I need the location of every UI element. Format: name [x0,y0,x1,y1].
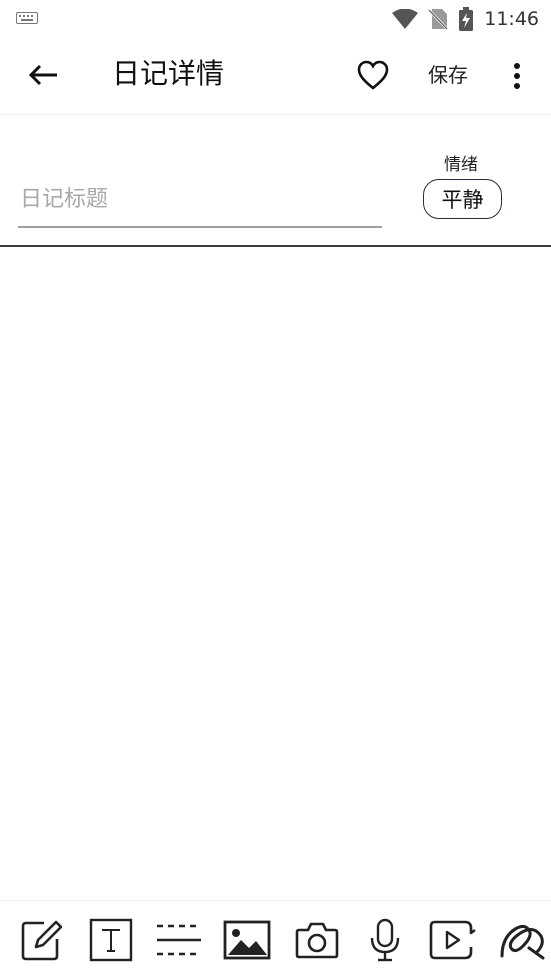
save-button[interactable]: 保存 [428,58,468,92]
no-sim-icon [428,8,449,30]
more-options-button[interactable] [505,58,529,94]
text-tool-button[interactable] [88,917,134,963]
pencil-square-icon [20,919,64,961]
image-tool-button[interactable] [223,917,271,963]
back-button[interactable] [24,58,62,92]
video-tool-button[interactable] [429,917,477,963]
text-box-icon [89,918,133,962]
app-bar: 日记详情 保存 [0,36,551,115]
brush-doodle-icon [499,918,547,962]
video-play-icon [429,919,477,961]
voice-tool-button[interactable] [362,917,408,963]
mood-label: 情绪 [444,155,478,175]
wifi-icon [392,9,419,29]
battery-charging-icon [458,7,474,31]
page-title: 日记详情 [112,57,225,90]
divider-lines-icon [156,920,202,960]
keyboard-icon [16,12,38,24]
camera-icon [295,920,339,960]
diary-header: 情绪 平静 [0,115,551,247]
divider-tool-button[interactable] [156,917,202,963]
diary-content-area[interactable] [0,247,551,900]
microphone-icon [368,918,402,962]
edit-tool-button[interactable] [19,917,65,963]
heart-outline-icon [357,60,389,90]
more-vertical-icon [513,62,521,90]
image-icon [223,920,271,960]
mood-selector[interactable]: 平静 [423,179,502,219]
status-time: 11:46 [484,8,539,30]
camera-tool-button[interactable] [294,917,340,963]
status-bar: 11:46 [0,0,551,36]
diary-title-input[interactable] [18,172,382,228]
editor-toolbar [0,900,551,980]
arrow-left-icon [28,64,58,86]
draw-tool-button[interactable] [500,917,546,963]
favorite-button[interactable] [354,56,392,94]
